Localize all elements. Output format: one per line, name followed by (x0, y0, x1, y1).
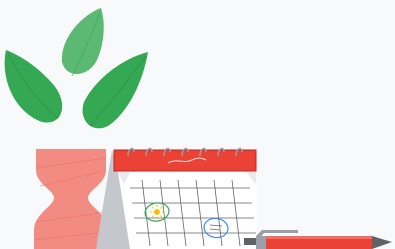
calendar-header (113, 149, 257, 172)
desk-illustration (0, 0, 395, 249)
pen-end (244, 238, 256, 245)
sun-core (154, 209, 160, 215)
calendar-icon (96, 147, 258, 249)
calendar-page (118, 172, 258, 249)
pen-highlight (266, 236, 372, 239)
